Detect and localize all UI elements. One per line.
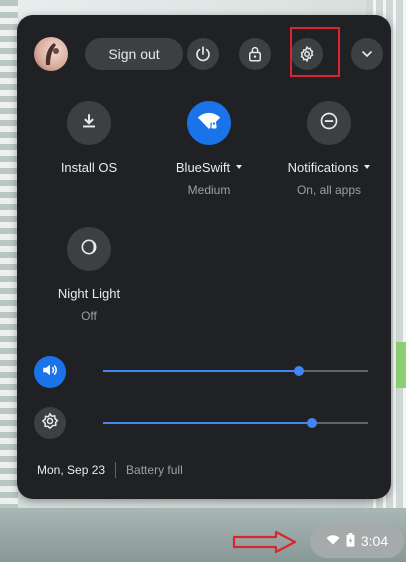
brightness-slider[interactable] [103,418,368,428]
download-icon [80,112,98,135]
mute-button[interactable] [34,356,66,388]
annotation-arrow-icon [232,530,297,554]
install-os-toggle[interactable] [67,101,111,145]
tile-network[interactable]: BlueSwift Medium [154,101,264,197]
tile-sublabel: Off [81,309,97,323]
tile-label: Install OS [60,160,118,175]
power-button[interactable] [187,38,219,70]
wifi-icon [197,111,221,136]
volume-slider[interactable] [103,366,368,376]
user-avatar[interactable] [34,37,68,71]
tile-label: Night Light [57,286,121,301]
tile-label-row[interactable]: BlueSwift [154,160,264,175]
lock-button[interactable] [239,38,271,70]
wallpaper-building-left [0,0,18,562]
tile-label: Notifications [287,160,359,175]
notifications-icon [319,111,339,136]
lock-icon [247,45,263,63]
night-light-toggle[interactable] [67,227,111,271]
tile-sublabel: On, all apps [296,183,362,197]
tile-label-row[interactable]: Notifications [274,160,384,175]
wallpaper-tree [396,342,406,388]
quick-settings-panel: Sign out Install OS BlueSwift Medium Not… [17,15,391,499]
settings-highlight-box [290,27,340,77]
wifi-toggle[interactable] [187,101,231,145]
tile-notifications[interactable]: Notifications On, all apps [274,101,384,197]
night-light-icon [79,237,99,262]
chevron-down-icon [359,46,375,62]
power-icon [194,45,212,63]
system-tray[interactable]: 3:04 [310,524,404,558]
brightness-slider-thumb[interactable] [307,418,318,428]
footer-divider [115,462,117,478]
tile-label: BlueSwift [175,160,231,175]
collapse-button[interactable] [351,38,383,70]
volume-slider-fill [103,370,300,372]
sign-out-button[interactable]: Sign out [85,38,183,70]
status-footer: Mon, Sep 23 Battery full [37,462,183,478]
dropdown-caret-icon [236,164,243,169]
battery-icon [346,532,355,550]
dropdown-caret-icon [364,164,371,169]
tile-night-light[interactable]: Night Light Off [34,227,144,323]
notifications-toggle[interactable] [307,101,351,145]
tile-sublabel: Medium [187,183,231,197]
tile-install-os[interactable]: Install OS [34,101,144,175]
brightness-slider-fill [103,422,313,424]
clock-time: 3:04 [360,533,389,549]
brightness-indicator [34,407,66,439]
volume-icon [41,361,59,384]
brightness-icon [41,412,59,435]
volume-slider-thumb[interactable] [294,366,305,376]
date-label[interactable]: Mon, Sep 23 [37,463,105,477]
wifi-status-icon [326,533,340,549]
battery-status: Battery full [126,463,183,477]
